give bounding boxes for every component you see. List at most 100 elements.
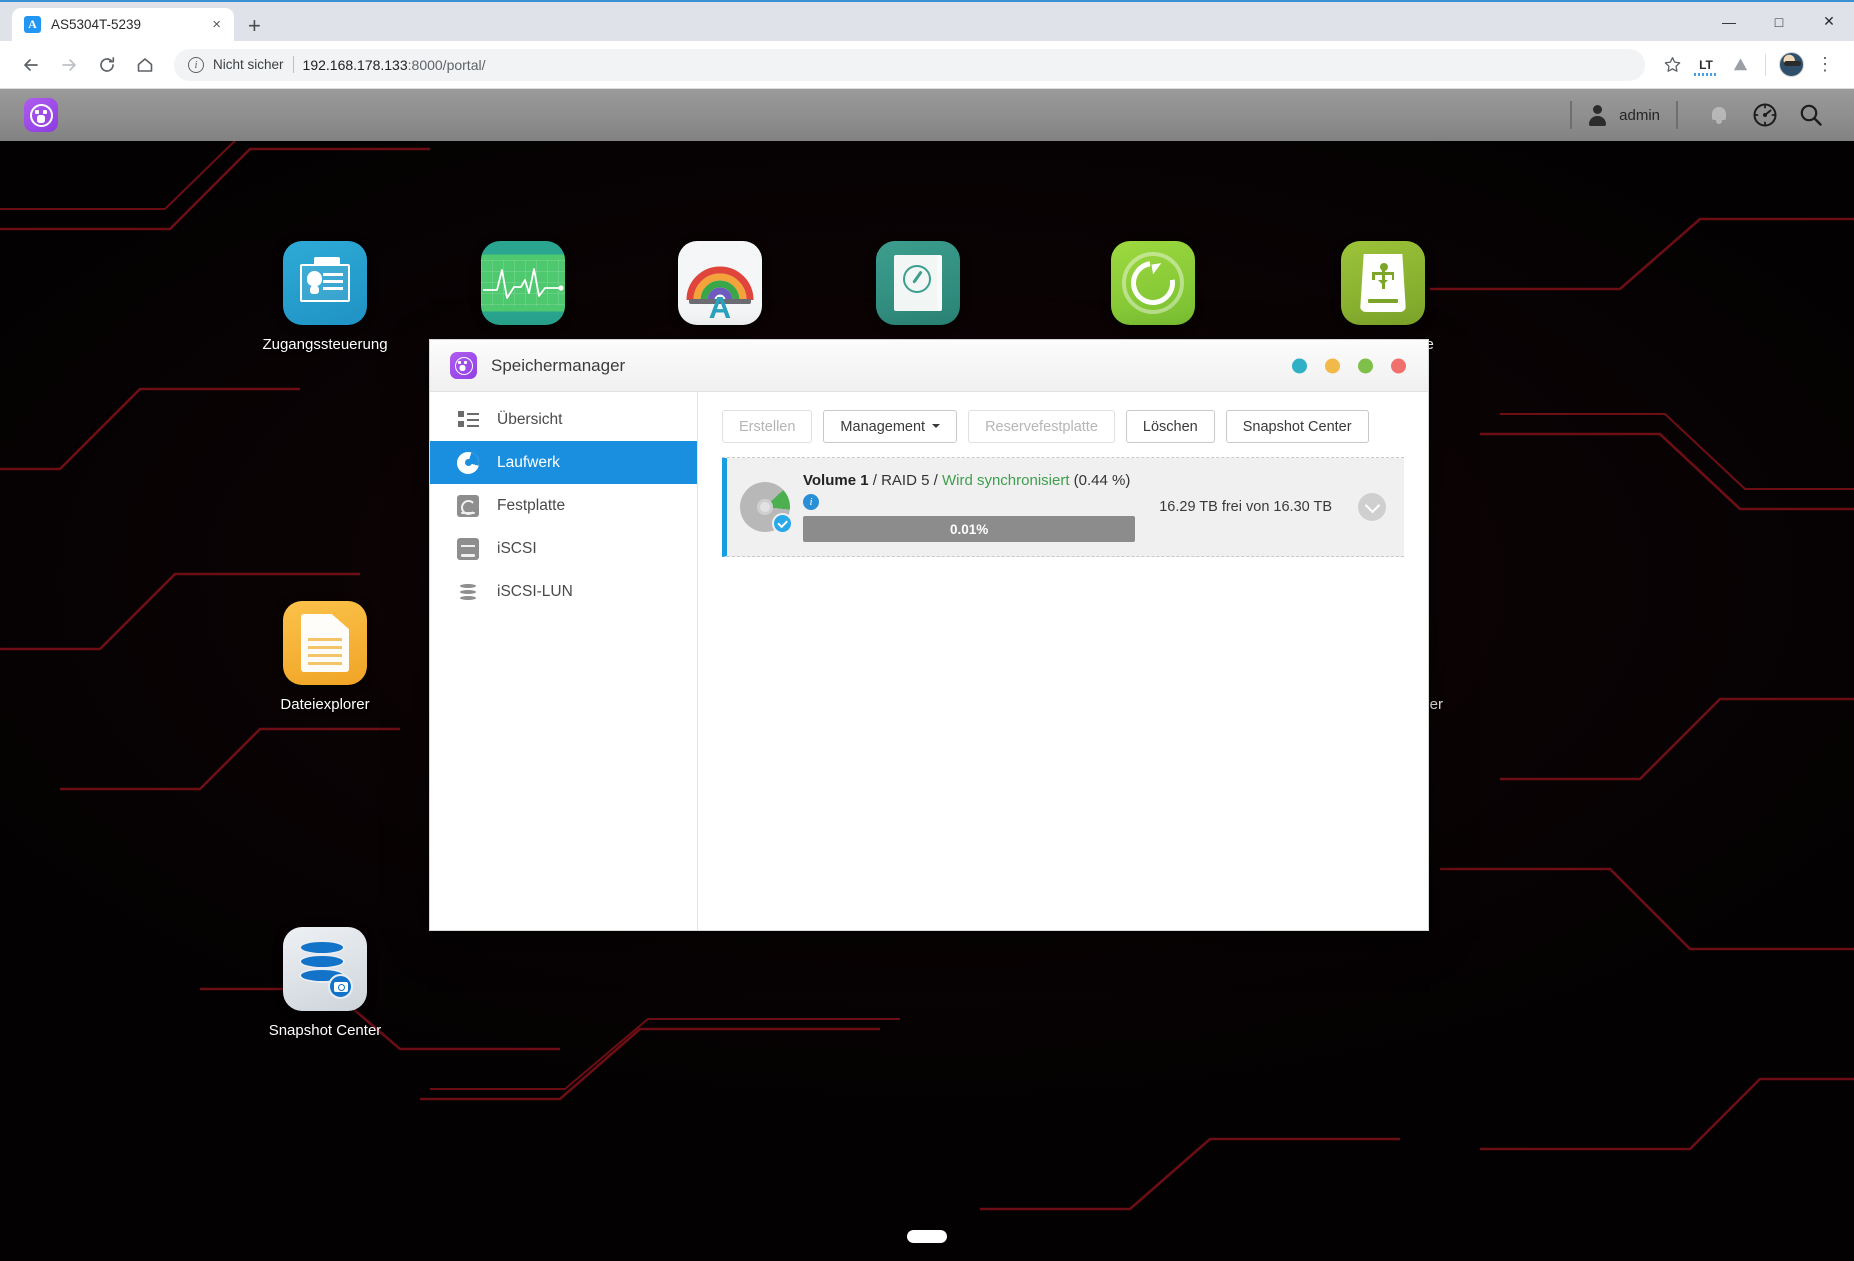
desktop-icon-app-central[interactable]: A (645, 241, 795, 325)
app-central-letter: A (708, 290, 732, 325)
storage-manager-app-icon (450, 352, 477, 379)
volume-status: Wird synchronisiert (941, 472, 1070, 489)
document-glyph (301, 614, 349, 672)
url-host: 192.168.178.133 (302, 56, 408, 73)
restore-dot[interactable] (1325, 358, 1340, 373)
restore-glyph (1122, 252, 1184, 314)
desktop-icon-externe-geraete[interactable]: Externe Geräte (1308, 241, 1458, 353)
volume-usage-label: 0.01% (949, 521, 989, 537)
window-title: Speichermanager (491, 355, 626, 375)
volume-raid-level: RAID 5 (881, 472, 930, 489)
sidebar-item-label: Übersicht (497, 410, 563, 428)
button-label: Snapshot Center (1242, 418, 1352, 435)
external-devices-icon (1341, 241, 1425, 325)
forward-button[interactable] (52, 48, 86, 82)
notification-bell-icon[interactable] (1698, 94, 1740, 136)
reload-button[interactable] (90, 48, 124, 82)
desktop-icon-backup-restore[interactable] (843, 241, 993, 325)
desktop-icon-zugangssteuerung[interactable]: Zugangssteuerung (250, 241, 400, 353)
desktop-icon-label: Dateiexplorer (280, 696, 370, 713)
new-tab-button[interactable]: + (248, 15, 261, 37)
volume-right: 16.29 TB frei von 16.30 TB (1135, 493, 1386, 521)
nas-top-bar-right: admin (1554, 89, 1854, 141)
username-label: admin (1619, 106, 1660, 124)
close-window-button[interactable]: ✕ (1804, 2, 1854, 41)
tab-close-icon[interactable]: × (209, 17, 224, 32)
button-label: Löschen (1142, 418, 1198, 435)
url-text: 192.168.178.133:8000/portal/ (303, 57, 486, 73)
tab-favicon-icon: A (24, 16, 41, 33)
snapshot-center-button[interactable]: Snapshot Center (1225, 410, 1369, 443)
usb-drive-glyph (1360, 254, 1406, 312)
nas-top-bar: admin (0, 89, 1854, 141)
system-monitor-icon (481, 241, 565, 325)
asustor-logo-icon[interactable] (24, 98, 58, 132)
dashboard-gauge-icon[interactable] (1744, 94, 1786, 136)
search-icon[interactable] (1790, 94, 1832, 136)
desktop-icon-dateiexplorer[interactable]: Dateiexplorer (250, 601, 400, 713)
drive-extension-icon[interactable] (1725, 50, 1755, 80)
close-dot[interactable] (1391, 358, 1406, 373)
snapshot-center-icon (283, 927, 367, 1011)
erstellen-button[interactable]: Erstellen (722, 410, 813, 443)
volume-row[interactable]: Volume 1 / RAID 5 / Wird synchronisiert … (722, 458, 1404, 557)
volume-healthy-check-icon (772, 513, 793, 534)
tab-title: AS5304T-5239 (51, 17, 142, 32)
browser-tab[interactable]: A AS5304T-5239 × (12, 8, 234, 41)
sidebar-item-label: Laufwerk (497, 453, 560, 471)
sidebar-item-festplatte[interactable]: Festplatte (430, 484, 697, 527)
home-button[interactable] (128, 48, 162, 82)
desktop-icon-system-monitor[interactable] (448, 241, 598, 325)
reservefestplatte-button[interactable]: Reservefestplatte (968, 410, 1115, 443)
dock-handle[interactable] (907, 1230, 947, 1243)
storage-manager-titlebar[interactable]: Speichermanager (430, 340, 1428, 392)
desktop-icon-label: Zugangssteuerung (262, 336, 388, 353)
loeschen-button[interactable]: Löschen (1125, 410, 1215, 443)
volume-headline: Volume 1 / RAID 5 / Wird synchronisiert … (803, 472, 1135, 489)
maximize-dot[interactable] (1358, 358, 1373, 373)
sidebar-item-label: iSCSI-LUN (497, 582, 573, 600)
storage-manager-content: Erstellen Management Reservefestplatte L… (698, 392, 1428, 930)
storage-manager-window: Speichermanager Übersicht Laufwerk Festp… (429, 339, 1429, 931)
sidebar-item-iscsi[interactable]: iSCSI (430, 527, 697, 570)
harddisk-icon (457, 494, 479, 517)
bookmark-star-icon[interactable] (1657, 50, 1687, 80)
site-info-icon[interactable]: i (188, 56, 204, 73)
omnibox-divider (292, 56, 294, 73)
url-path: :8000/portal/ (407, 56, 486, 73)
storage-manager-sidebar: Übersicht Laufwerk Festplatte iSCSI iSCS… (430, 392, 698, 930)
overview-icon (457, 409, 479, 431)
desktop-icon-restore[interactable] (1078, 241, 1228, 325)
window-dot-controls (1292, 358, 1406, 373)
browser-toolbar: i Nicht sicher 192.168.178.133:8000/port… (0, 41, 1854, 89)
back-button[interactable] (14, 48, 48, 82)
tab-strip: A AS5304T-5239 × + (0, 2, 261, 41)
maximize-button[interactable]: □ (1754, 2, 1804, 41)
volume-main: Volume 1 / RAID 5 / Wird synchronisiert … (803, 472, 1136, 542)
database-camera-glyph (299, 940, 353, 999)
chevron-down-icon[interactable] (1358, 493, 1386, 521)
languagetool-extension-icon[interactable]: LT (1691, 50, 1721, 80)
disk-pie-glyph (740, 482, 793, 534)
user-icon (1588, 104, 1607, 126)
address-bar[interactable]: i Nicht sicher 192.168.178.133:8000/port… (174, 48, 1645, 81)
minimize-button[interactable]: — (1704, 2, 1754, 41)
browser-menu-icon[interactable]: ⋮ (1810, 50, 1840, 80)
minimize-dot[interactable] (1292, 358, 1307, 373)
sidebar-item-label: iSCSI (497, 539, 537, 557)
file-explorer-icon (283, 601, 367, 685)
sidebar-item-uebersicht[interactable]: Übersicht (430, 398, 697, 441)
avatar[interactable] (1776, 50, 1806, 80)
sidebar-item-laufwerk[interactable]: Laufwerk (430, 441, 697, 484)
app-central-icon: A (678, 241, 762, 325)
sidebar-item-iscsi-lun[interactable]: iSCSI-LUN (430, 570, 697, 613)
desktop-icon-snapshot-center[interactable]: Snapshot Center (250, 927, 400, 1039)
volume-name: Volume 1 (803, 472, 869, 489)
user-menu[interactable]: admin (1588, 104, 1660, 126)
ecg-glyph (481, 260, 565, 306)
nas-desktop: admin Zugangssteuerung A Dateiexplorer S… (0, 89, 1854, 1261)
volume-status-percent: (0.44 %) (1073, 472, 1131, 489)
management-dropdown-button[interactable]: Management (823, 410, 958, 443)
volume-info-icon[interactable]: i (803, 494, 819, 510)
iscsi-icon (457, 537, 479, 560)
